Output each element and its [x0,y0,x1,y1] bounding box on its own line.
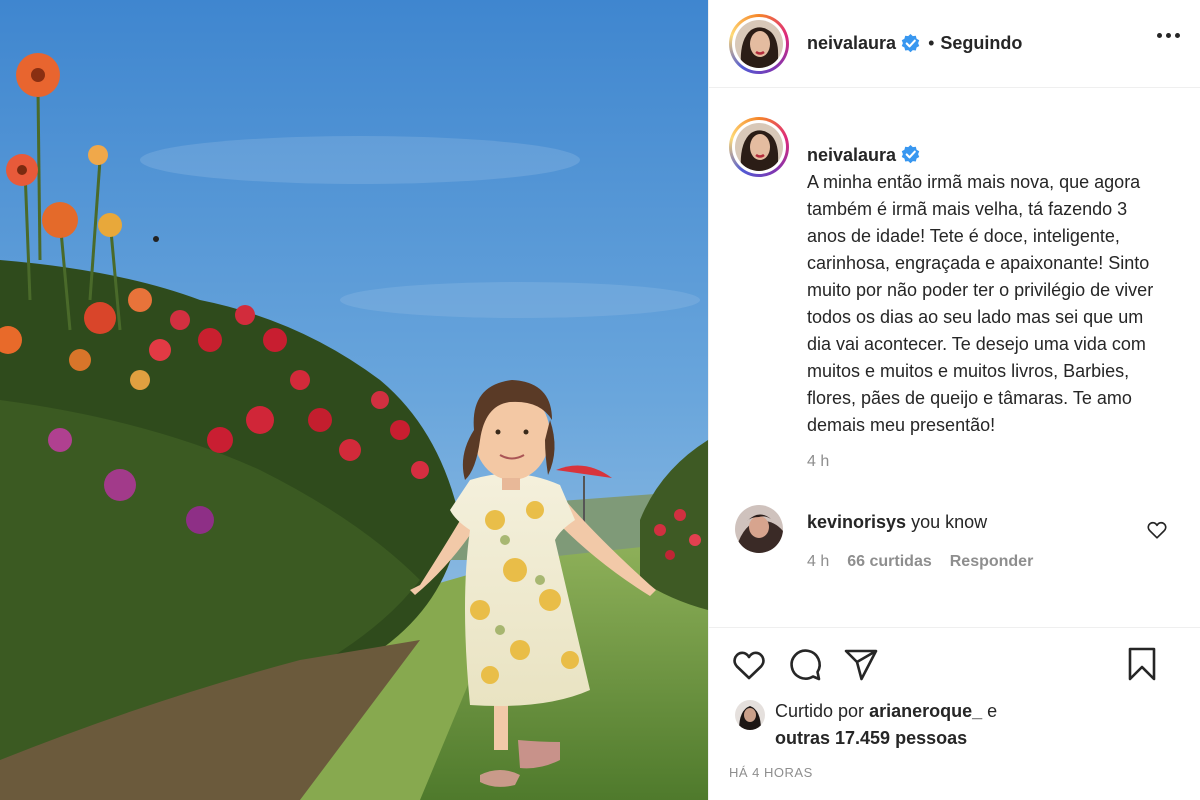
post-caption: neivalaura A minha então irmã mais nova,… [729,115,1180,439]
comment-icon [790,649,821,681]
share-button[interactable] [841,645,881,685]
header-separator: • [928,33,935,53]
caption-text: neivalaura A minha então irmã mais nova,… [807,115,1167,439]
liker-username[interactable]: arianeroque_ [869,701,982,721]
post-age[interactable]: HÁ 4 HORAS [729,765,1180,780]
post-header: neivalaura • Seguindo [709,0,1200,88]
comment-item: kevinorisys you know 4 h 66 curtidas Res… [729,505,1180,571]
following-button[interactable]: Seguindo [940,33,1022,54]
profile-avatar [735,19,783,68]
caption-username[interactable]: neivalaura [807,145,896,165]
likes-conj: e [987,701,998,721]
profile-avatar-ring[interactable] [729,13,789,74]
post-actions-section: Curtido por arianeroque_ e outras 17.459… [709,627,1200,800]
verified-badge-icon [901,145,920,164]
like-button[interactable] [729,645,769,685]
comment-text: kevinorisys you know [807,509,1033,535]
likes-text: Curtido por arianeroque_ e outras 17.459… [775,698,997,752]
comment-body: you know [911,512,988,532]
likes-count[interactable]: outras 17.459 pessoas [775,728,967,748]
caption-avatar [735,123,783,171]
verified-badge-icon [901,34,920,53]
action-bar [729,628,1180,702]
instagram-post: neivalaura • Seguindo neivalaura A minha… [0,0,1200,800]
comment-username[interactable]: kevinorisys [807,512,906,532]
paper-plane-icon [844,649,878,681]
post-photo[interactable] [0,0,708,800]
likes-prefix: Curtido por [775,701,865,721]
caption-avatar-ring[interactable] [729,117,789,177]
likes-summary: Curtido por arianeroque_ e outras 17.459… [729,698,1180,752]
post-side-panel: neivalaura • Seguindo neivalaura A minha… [708,0,1200,800]
comment-time[interactable]: 4 h [807,553,829,571]
comment-likes[interactable]: 66 curtidas [847,553,931,571]
comment-button[interactable] [785,645,825,685]
liker-avatar[interactable] [735,700,765,730]
reply-button[interactable]: Responder [950,553,1034,571]
caption-timestamp[interactable]: 4 h [807,453,1180,471]
heart-icon [733,651,765,680]
comment-heart-icon[interactable] [1146,519,1168,541]
comments-area[interactable]: neivalaura A minha então irmã mais nova,… [709,89,1200,627]
header-username[interactable]: neivalaura [807,33,896,54]
commenter-avatar[interactable] [735,505,783,553]
save-button[interactable] [1122,644,1162,684]
post-photo-image [0,0,708,800]
more-icon[interactable] [1152,22,1184,48]
comment-meta: 4 h 66 curtidas Responder [807,553,1033,571]
bookmark-icon [1128,647,1156,681]
caption-body: A minha então irmã mais nova, que agora … [807,172,1154,435]
